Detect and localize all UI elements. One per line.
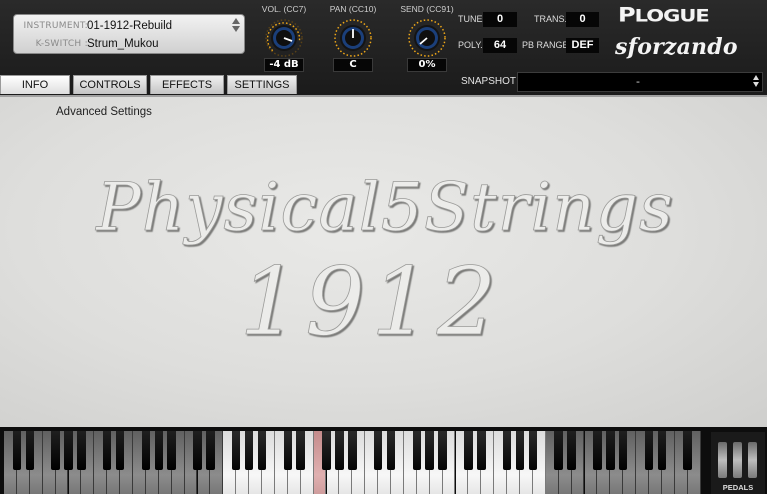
trans-label: TRANS. bbox=[534, 14, 568, 24]
piano-keyboard[interactable] bbox=[4, 431, 704, 494]
updown-arrows-icon[interactable] bbox=[232, 18, 240, 38]
snapshot-label: SNAPSHOT bbox=[461, 76, 517, 87]
tab-info[interactable]: INFO bbox=[0, 75, 70, 94]
tune-value[interactable]: 0 bbox=[483, 12, 517, 27]
pan-value: C bbox=[333, 58, 373, 72]
kswitch-row[interactable]: K-SWITCH : Strum_Mukou bbox=[14, 35, 244, 53]
plogue-sforzando-logo: PLOGUE sforzando bbox=[612, 4, 762, 62]
black-key[interactable] bbox=[25, 431, 35, 470]
logo-brand: PLOGUE bbox=[618, 4, 710, 27]
kswitch-value[interactable]: Strum_Mukou bbox=[87, 35, 159, 53]
black-key[interactable] bbox=[154, 431, 164, 470]
tune-label: TUNE bbox=[458, 14, 483, 24]
updown-arrows-icon[interactable] bbox=[753, 75, 759, 87]
volume-value: -4 dB bbox=[264, 58, 304, 72]
instrument-row[interactable]: INSTRUMENT: 01-1912-Rebuild bbox=[14, 17, 244, 35]
black-key[interactable] bbox=[257, 431, 267, 470]
logo-product: sforzando bbox=[615, 34, 738, 60]
tab-bar: INFO CONTROLS EFFECTS SETTINGS bbox=[0, 75, 300, 94]
pedals-panel: PEDALS bbox=[711, 432, 765, 494]
black-key[interactable] bbox=[296, 431, 305, 470]
black-key[interactable] bbox=[141, 431, 151, 470]
black-key[interactable] bbox=[77, 431, 86, 470]
send-label: SEND (CC91) bbox=[400, 4, 454, 14]
black-key[interactable] bbox=[644, 431, 654, 470]
black-key[interactable] bbox=[554, 431, 563, 470]
black-key[interactable] bbox=[438, 431, 447, 470]
poly-value[interactable]: 64 bbox=[483, 38, 517, 53]
trans-param: TRANS. 0 bbox=[534, 12, 600, 27]
volume-knob-icon[interactable] bbox=[264, 18, 304, 58]
tab-controls[interactable]: CONTROLS bbox=[73, 75, 147, 94]
black-key[interactable] bbox=[335, 431, 344, 470]
title-line-2: 1912 bbox=[239, 248, 502, 357]
snapshot-selector[interactable]: - bbox=[517, 72, 763, 92]
send-value: 0% bbox=[407, 58, 447, 72]
kswitch-label: K-SWITCH : bbox=[35, 39, 88, 49]
keyboard-area bbox=[0, 427, 767, 494]
black-key[interactable] bbox=[477, 431, 486, 470]
black-key[interactable] bbox=[606, 431, 615, 470]
tab-settings[interactable]: SETTINGS bbox=[227, 75, 297, 94]
tune-param: TUNE 0 bbox=[458, 12, 518, 27]
pan-control: PAN (CC10) C bbox=[318, 4, 388, 74]
title-line-1: Physical5Strings bbox=[95, 169, 674, 246]
snapshot-value: - bbox=[636, 75, 640, 88]
black-key[interactable] bbox=[528, 431, 538, 470]
pb-range-label: PB RANGE bbox=[522, 40, 569, 50]
black-key[interactable] bbox=[373, 431, 383, 470]
info-panel: Advanced Settings Physical5Strings 1912 bbox=[0, 95, 767, 427]
send-control: SEND (CC91) 0% bbox=[392, 4, 462, 74]
black-key[interactable] bbox=[244, 431, 254, 470]
black-key[interactable] bbox=[683, 431, 692, 470]
black-key[interactable] bbox=[386, 431, 396, 470]
black-key[interactable] bbox=[206, 431, 215, 470]
black-key[interactable] bbox=[412, 431, 422, 470]
volume-label: VOL. (CC7) bbox=[261, 4, 307, 14]
volume-control: VOL. (CC7) -4 dB bbox=[249, 4, 319, 74]
send-knob-icon[interactable] bbox=[407, 18, 447, 58]
poly-param: POLY. 64 bbox=[458, 38, 518, 53]
instrument-label: INSTRUMENT: bbox=[23, 21, 88, 31]
black-key[interactable] bbox=[425, 431, 434, 470]
black-key[interactable] bbox=[231, 431, 241, 470]
pb-range-param: PB RANGE DEF bbox=[522, 38, 600, 53]
sforzando-window: INSTRUMENT: 01-1912-Rebuild K-SWITCH : S… bbox=[0, 0, 767, 494]
black-key[interactable] bbox=[567, 431, 576, 470]
black-key[interactable] bbox=[115, 431, 125, 470]
black-key[interactable] bbox=[464, 431, 473, 470]
black-key[interactable] bbox=[12, 431, 22, 470]
black-key[interactable] bbox=[322, 431, 331, 470]
black-key[interactable] bbox=[193, 431, 202, 470]
black-key[interactable] bbox=[283, 431, 293, 470]
instrument-selector[interactable]: INSTRUMENT: 01-1912-Rebuild K-SWITCH : S… bbox=[13, 14, 245, 54]
pedals-label: PEDALS bbox=[722, 483, 754, 492]
tab-effects[interactable]: EFFECTS bbox=[150, 75, 224, 94]
black-key[interactable] bbox=[502, 431, 512, 470]
instrument-value[interactable]: 01-1912-Rebuild bbox=[87, 17, 172, 35]
pan-knob-icon[interactable] bbox=[333, 18, 373, 58]
header-bar: INSTRUMENT: 01-1912-Rebuild K-SWITCH : S… bbox=[0, 0, 767, 95]
black-key[interactable] bbox=[593, 431, 602, 470]
poly-label: POLY. bbox=[458, 40, 483, 50]
black-key[interactable] bbox=[515, 431, 525, 470]
black-key[interactable] bbox=[64, 431, 73, 470]
black-key[interactable] bbox=[51, 431, 60, 470]
pan-label: PAN (CC10) bbox=[329, 4, 377, 14]
black-key[interactable] bbox=[657, 431, 667, 470]
trans-value[interactable]: 0 bbox=[566, 12, 599, 27]
instrument-title-art: Physical5Strings 1912 bbox=[95, 169, 674, 358]
black-key[interactable] bbox=[167, 431, 176, 470]
pedal-left[interactable] bbox=[718, 442, 727, 478]
black-key[interactable] bbox=[348, 431, 357, 470]
black-key[interactable] bbox=[618, 431, 628, 470]
pedal-right[interactable] bbox=[748, 442, 757, 478]
black-key[interactable] bbox=[102, 431, 112, 470]
pb-range-value[interactable]: DEF bbox=[566, 38, 599, 53]
pedal-middle[interactable] bbox=[733, 442, 742, 478]
